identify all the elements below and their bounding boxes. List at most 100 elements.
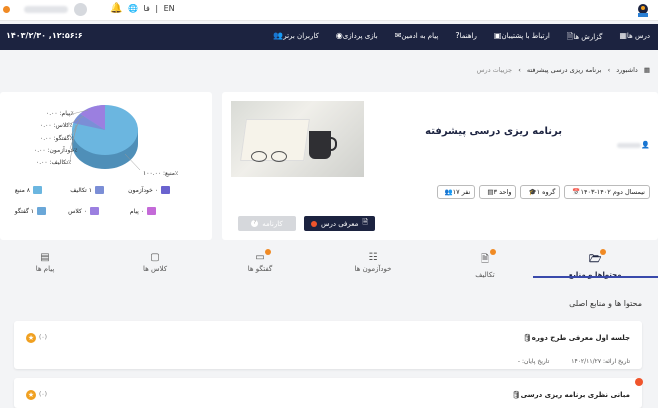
legend-label: ۱ تکالیف: [70, 186, 92, 194]
session-title-text: مبانی نظری برنامه ریزی درسی: [520, 391, 630, 399]
legend-label: ۰ خودآزمون: [128, 186, 158, 194]
nav-label: کاربران برتر: [283, 32, 319, 40]
breadcrumb-sep: ›: [518, 66, 521, 74]
tab-contents[interactable]: 🗁 محتواها و منابع: [550, 249, 640, 279]
lang-current[interactable]: فا: [144, 4, 150, 13]
tab-classes[interactable]: ▢ کلاس ها: [110, 252, 200, 273]
pie-chart: [67, 105, 141, 171]
legend-payam[interactable]: ۰ پیام: [130, 207, 156, 215]
messages-icon: ▤: [40, 252, 50, 263]
session-card[interactable]: 🛢مبانی نظری برنامه ریزی درسی ★ (۰): [14, 378, 642, 408]
language-switcher[interactable]: 🌐 فا | EN: [128, 4, 178, 13]
class-icon: ▢: [150, 252, 160, 263]
breadcrumb: ▦ داشبورد › برنامه ریزی درسی پیشرفته › ج…: [473, 66, 650, 74]
logo-icon[interactable]: [634, 1, 652, 19]
grid-icon: ▦: [643, 66, 650, 74]
breadcrumb-home[interactable]: داشبورد: [616, 66, 638, 74]
star-icon[interactable]: ★: [26, 333, 36, 343]
database-icon: 🛢: [511, 391, 521, 399]
tab-label: تکالیف: [475, 271, 495, 279]
session-title[interactable]: 🛢جلسه اول معرفی طرح دوره: [519, 334, 630, 342]
legend-swatch: [95, 186, 104, 194]
chip-label: گروه ۱: [536, 188, 556, 196]
grid-icon: ▦: [619, 31, 627, 40]
chip-label: واحد ۳: [493, 188, 512, 196]
intro-button[interactable]: معرفی درس 🗎: [304, 216, 375, 231]
chip-units: ▤واحد ۳: [479, 185, 517, 199]
legend-taklif[interactable]: ۱ تکالیف: [70, 186, 104, 194]
session-card[interactable]: 🛢جلسه اول معرفی طرح دوره تاریخ ارائه: ۱۴…: [14, 321, 642, 369]
glasses-shape: [251, 151, 291, 162]
game-icon: ◉: [335, 31, 343, 40]
legend-label: ۸ منبع: [14, 186, 30, 194]
nav-label: ارتباط با پشتیبان: [501, 32, 550, 40]
lang-separator: |: [155, 4, 159, 13]
avatar[interactable]: [74, 3, 87, 16]
legend-goftogu[interactable]: ۱ گفتگو: [15, 207, 46, 215]
course-title: برنامه ریزی درسی پیشرفته: [425, 126, 562, 137]
assignment-icon: 🗎: [479, 249, 496, 269]
pie-label-kelas: کلاس: ۰.۰۰٪: [40, 122, 73, 129]
nav-item-reports[interactable]: 🗎گزارش ها: [564, 31, 603, 45]
notify-badge: [265, 249, 271, 255]
nav-item-courses[interactable]: ▦درس ها: [616, 31, 650, 45]
notify-badge: [600, 249, 606, 255]
person-icon: 👤: [641, 141, 650, 149]
star-icon[interactable]: ★: [26, 390, 36, 400]
nav-label: درس ها: [626, 32, 650, 40]
tab-quizzes[interactable]: ☷ خودآزمون ها: [328, 252, 418, 273]
legend-kelas[interactable]: ۰ کلاس: [68, 207, 99, 215]
legend-swatch: [147, 207, 156, 215]
pie-label-khodazmoon: خودآزمون: ۰.۰۰٪: [34, 147, 78, 154]
tab-label: خودآزمون ها: [354, 265, 392, 273]
chip-label: ۱۷ نفر: [452, 188, 471, 196]
report-label: کارنامه: [262, 219, 283, 228]
breadcrumb-current: جزییات درس: [476, 66, 513, 74]
pie-label-manba: منبع: ۱۰۰.۰۰٪: [143, 170, 179, 177]
legend-swatch: [33, 186, 42, 194]
session-title[interactable]: 🛢مبانی نظری برنامه ریزی درسی: [508, 391, 630, 399]
nav-item-gamification[interactable]: ◉بازی پردازی: [333, 31, 378, 45]
nav-item-admin-message[interactable]: ✉پیام به ادمین: [392, 31, 439, 45]
end-date: تاریخ پایان: -: [517, 358, 550, 365]
legend-khodazmoon[interactable]: ۰ خودآزمون: [128, 186, 170, 194]
intro-label: معرفی درس: [320, 219, 359, 228]
nav-item-support[interactable]: ▣ارتباط با پشتیبان: [491, 31, 550, 45]
content-tabs: 🗁 محتواها و منابع 🗎 تکالیف ☷ خودآزمون ها ▭ گ…: [0, 249, 658, 279]
start-date: تاریخ ارائه: ۱۴۰۲/۱۱/۲۷: [571, 358, 630, 365]
pie-label-taklif: تکالیف: ۰.۰۰٪: [36, 159, 72, 166]
new-indicator: [635, 378, 643, 386]
chip-group: 🎓گروه ۱: [520, 185, 561, 199]
session-title-text: جلسه اول معرفی طرح دوره: [531, 334, 630, 342]
tab-label: گفتگو ها: [247, 265, 273, 273]
chip-label: نیمسال دوم ۱۴۰۲-۱۴۰۳: [580, 188, 645, 196]
help-icon: ?: [251, 220, 259, 227]
breadcrumb-sep: ›: [607, 66, 611, 74]
chip-people: 👥۱۷ نفر: [436, 185, 476, 199]
legend-swatch: [90, 207, 99, 215]
alert-dot: [310, 220, 317, 227]
database-icon: 🛢: [522, 334, 532, 342]
course-image: [231, 101, 364, 177]
pie-label-goftogu: گفتگو: ۰.۰۰٪: [40, 135, 73, 142]
users-icon: 👥: [273, 31, 284, 40]
report-card-button[interactable]: ? کارنامه: [238, 216, 296, 231]
breadcrumb-course[interactable]: برنامه ریزی درسی پیشرفته: [527, 66, 602, 74]
tab-assignments[interactable]: 🗎 تکالیف: [440, 249, 530, 279]
nav-item-help[interactable]: ?راهنما: [452, 31, 477, 45]
menu-toggle[interactable]: [3, 6, 10, 13]
legend-manba[interactable]: ۸ منبع: [15, 186, 42, 194]
session-count: (۰): [39, 334, 47, 341]
chat-icon: ▭: [254, 249, 271, 263]
course-chips: 📅نیمسال دوم ۱۴۰۲-۱۴۰۳ 🎓گروه ۱ ▤واحد ۳ 👥۱…: [436, 185, 650, 199]
tab-discussions[interactable]: ▭ گفتگو ها: [215, 249, 305, 273]
pie-label-payam: پیام: ۰.۰۰٪: [46, 110, 74, 117]
active-tab-indicator: [533, 276, 658, 278]
file-icon: 🗎: [362, 218, 369, 226]
legend-swatch: [161, 186, 170, 194]
tab-messages[interactable]: ▤ پیام ها: [0, 252, 90, 273]
lang-other[interactable]: EN: [164, 4, 175, 13]
nav-item-top-users[interactable]: 👥کاربران برتر: [270, 31, 319, 45]
bell-icon[interactable]: 🔔: [110, 3, 122, 14]
nav-label: گزارش ها: [573, 33, 603, 41]
